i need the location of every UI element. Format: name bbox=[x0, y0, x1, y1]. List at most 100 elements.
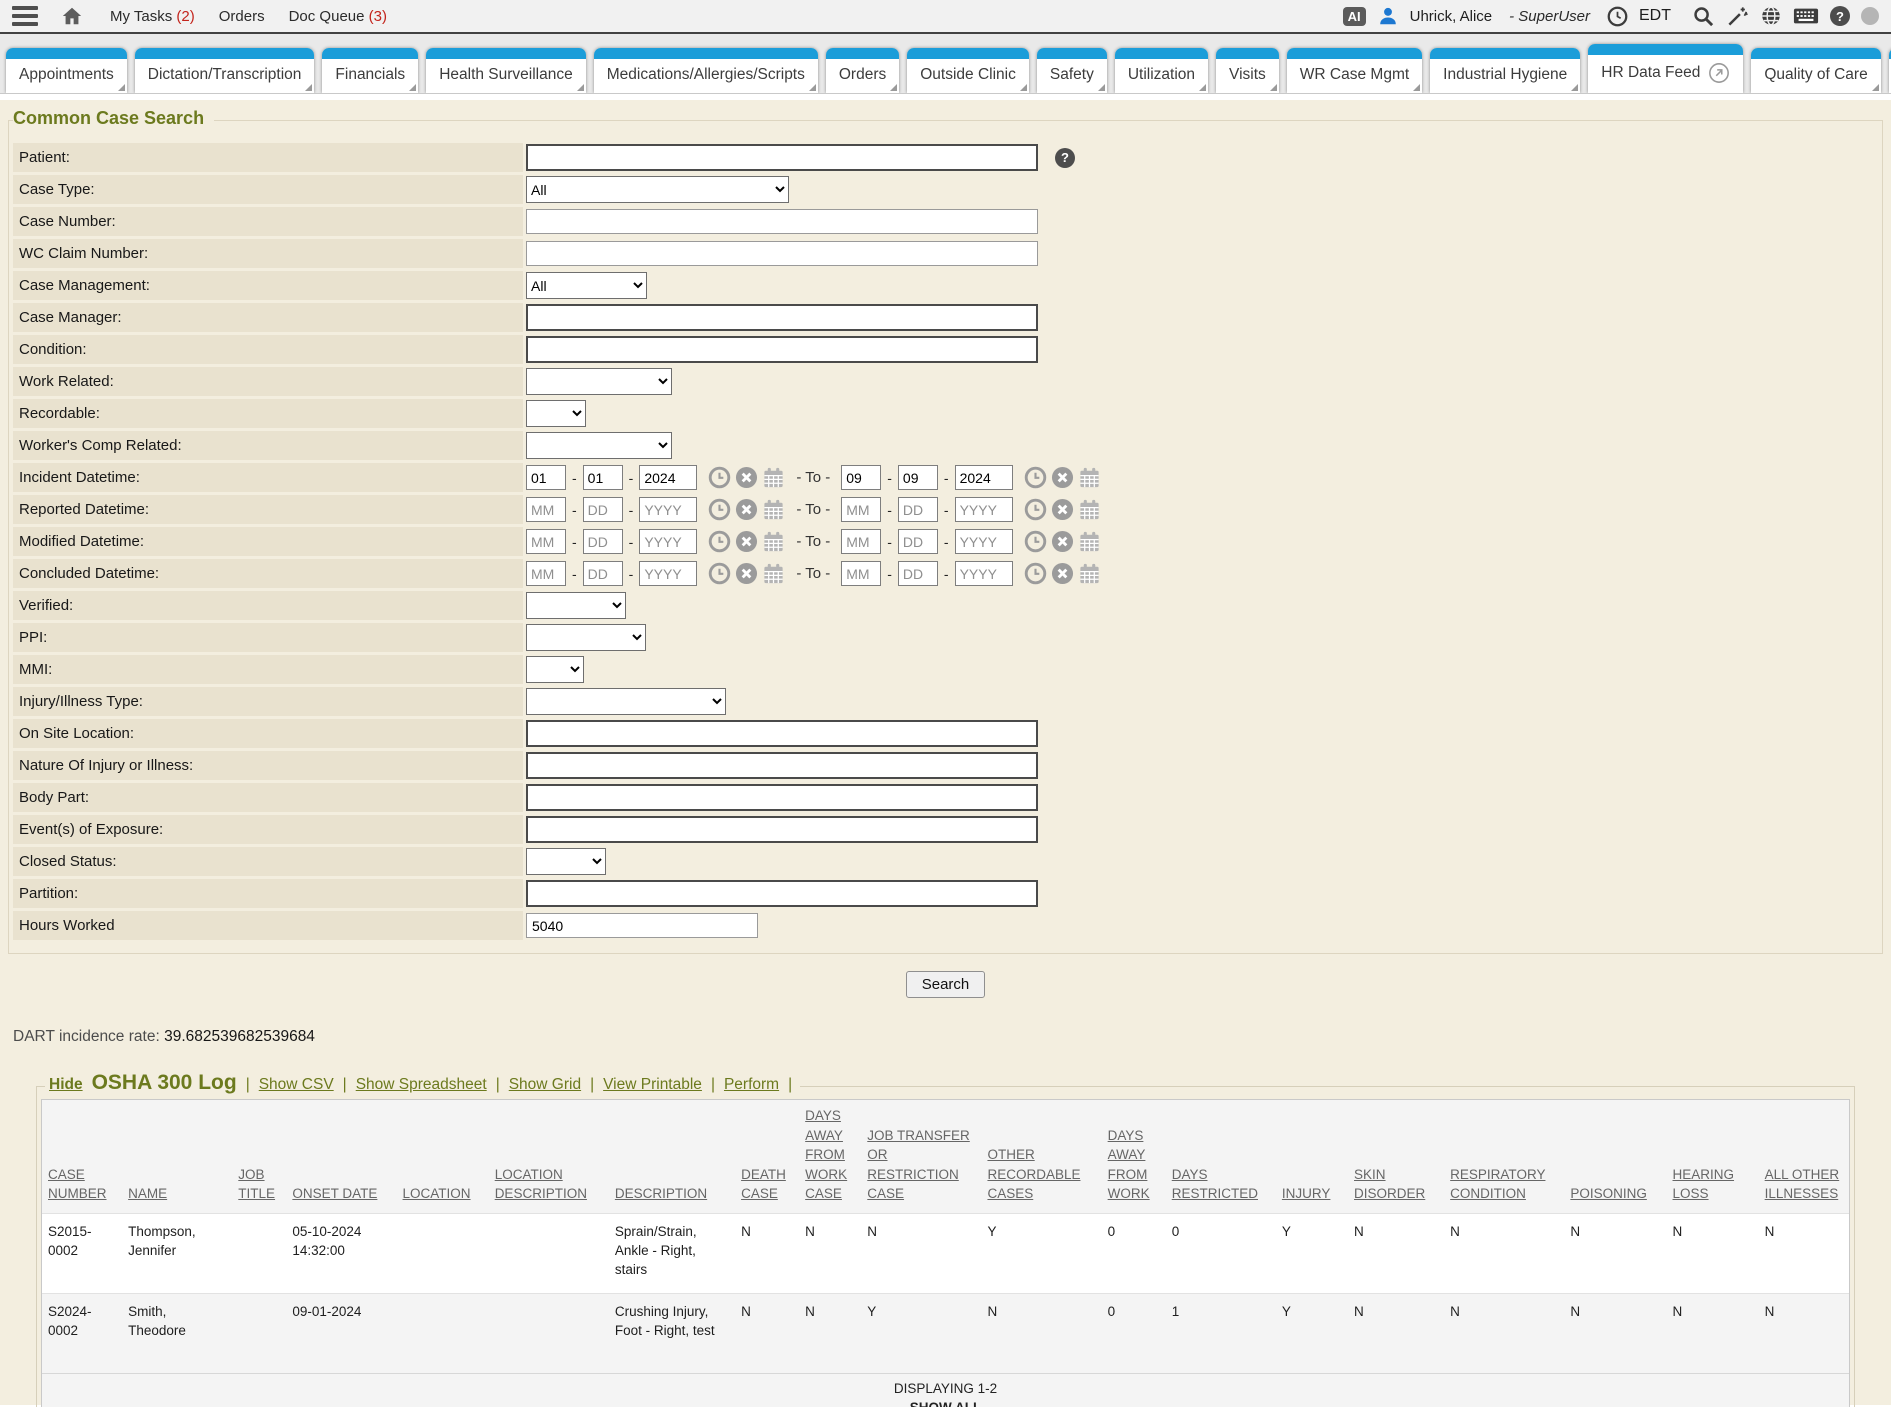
table-row[interactable]: S2024-0002 Smith, Theodore 09-01-2024 Cr… bbox=[42, 1293, 1849, 1373]
col-days-restricted[interactable]: DAYS RESTRICTED bbox=[1166, 1100, 1276, 1213]
clear-date-icon[interactable] bbox=[1051, 562, 1074, 585]
on-site-location-input[interactable] bbox=[526, 720, 1038, 747]
reported-to-day-input[interactable] bbox=[898, 497, 938, 522]
time-picker-icon[interactable] bbox=[1024, 530, 1047, 553]
time-picker-icon[interactable] bbox=[1024, 498, 1047, 521]
col-hearing-loss[interactable]: HEARING LOSS bbox=[1667, 1100, 1759, 1213]
modified-to-day-input[interactable] bbox=[898, 529, 938, 554]
incident-to-year-input[interactable] bbox=[955, 465, 1013, 490]
mmi-select[interactable] bbox=[526, 656, 584, 683]
ppi-select[interactable] bbox=[526, 624, 646, 651]
incident-to-month-input[interactable] bbox=[841, 465, 881, 490]
patient-help-icon[interactable]: ? bbox=[1055, 148, 1075, 168]
tab-utilization[interactable]: Utilization bbox=[1115, 48, 1208, 93]
concluded-from-year-input[interactable] bbox=[639, 561, 697, 586]
col-case-number[interactable]: CASE NUMBER bbox=[42, 1100, 122, 1213]
table-row[interactable]: S2015-0002 Thompson, Jennifer 05-10-2024… bbox=[42, 1213, 1849, 1293]
col-poisoning[interactable]: POISONING bbox=[1564, 1100, 1666, 1213]
tab-industrial-hygiene[interactable]: Industrial Hygiene bbox=[1430, 48, 1580, 93]
col-injury[interactable]: INJURY bbox=[1276, 1100, 1348, 1213]
workers-comp-related-select[interactable] bbox=[526, 432, 672, 459]
col-location[interactable]: LOCATION bbox=[397, 1100, 489, 1213]
tab-quality-of-care[interactable]: Quality of Care bbox=[1751, 48, 1880, 93]
nav-orders[interactable]: Orders bbox=[219, 8, 265, 25]
time-picker-icon[interactable] bbox=[1024, 562, 1047, 585]
col-all-other-illnesses[interactable]: ALL OTHER ILLNESSES bbox=[1759, 1100, 1849, 1213]
time-picker-icon[interactable] bbox=[708, 530, 731, 553]
reported-from-day-input[interactable] bbox=[583, 497, 623, 522]
hide-link[interactable]: Hide bbox=[49, 1076, 83, 1094]
col-job-transfer-or-restriction-case[interactable]: JOB TRANSFER OR RESTRICTION CASE bbox=[861, 1100, 981, 1213]
perform-link[interactable]: Perform bbox=[724, 1076, 779, 1094]
reported-from-month-input[interactable] bbox=[526, 497, 566, 522]
concluded-to-day-input[interactable] bbox=[898, 561, 938, 586]
clock-icon[interactable] bbox=[1607, 6, 1628, 27]
col-respiratory-condition[interactable]: RESPIRATORY CONDITION bbox=[1444, 1100, 1564, 1213]
modified-from-month-input[interactable] bbox=[526, 529, 566, 554]
case-type-select[interactable]: All bbox=[526, 176, 789, 203]
tab-appointments[interactable]: Appointments bbox=[6, 48, 127, 93]
col-days-away-from-work-case[interactable]: DAYS AWAY FROM WORK CASE bbox=[799, 1100, 861, 1213]
nav-doc-queue[interactable]: Doc Queue (3) bbox=[289, 8, 387, 25]
closed-status-select[interactable] bbox=[526, 848, 606, 875]
tab-hr-data-feed[interactable]: HR Data Feed bbox=[1588, 44, 1743, 93]
clear-date-icon[interactable] bbox=[1051, 466, 1074, 489]
concluded-from-month-input[interactable] bbox=[526, 561, 566, 586]
calendar-icon[interactable] bbox=[1078, 466, 1101, 489]
tab-financials[interactable]: Financials bbox=[322, 48, 418, 93]
body-part-input[interactable] bbox=[526, 784, 1038, 811]
magic-wand-icon[interactable] bbox=[1726, 5, 1749, 28]
reported-to-month-input[interactable] bbox=[841, 497, 881, 522]
clear-date-icon[interactable] bbox=[735, 498, 758, 521]
modified-from-year-input[interactable] bbox=[639, 529, 697, 554]
tab-wr-case-mgmt[interactable]: WR Case Mgmt bbox=[1287, 48, 1422, 93]
globe-icon[interactable] bbox=[1760, 5, 1782, 27]
nature-of-injury-input[interactable] bbox=[526, 752, 1038, 779]
modified-to-year-input[interactable] bbox=[955, 529, 1013, 554]
clear-date-icon[interactable] bbox=[1051, 530, 1074, 553]
tab-health-surveillance[interactable]: Health Surveillance bbox=[426, 48, 586, 93]
col-location-description[interactable]: LOCATION DESCRIPTION bbox=[489, 1100, 609, 1213]
keyboard-icon[interactable] bbox=[1793, 6, 1819, 26]
external-link-icon[interactable] bbox=[1708, 62, 1730, 84]
show-spreadsheet-link[interactable]: Show Spreadsheet bbox=[356, 1076, 487, 1094]
case-number-input[interactable] bbox=[526, 209, 1038, 234]
calendar-icon[interactable] bbox=[762, 562, 785, 585]
tab-dictation-transcription[interactable]: Dictation/Transcription bbox=[135, 48, 315, 93]
clear-date-icon[interactable] bbox=[735, 466, 758, 489]
home-icon[interactable] bbox=[60, 5, 84, 27]
col-other-recordable-cases[interactable]: OTHER RECORDABLE CASES bbox=[981, 1100, 1101, 1213]
calendar-icon[interactable] bbox=[1078, 562, 1101, 585]
calendar-icon[interactable] bbox=[1078, 498, 1101, 521]
hamburger-icon[interactable] bbox=[12, 6, 38, 26]
condition-input[interactable] bbox=[526, 336, 1038, 363]
partition-input[interactable] bbox=[526, 880, 1038, 907]
tab-outside-clinic[interactable]: Outside Clinic bbox=[907, 48, 1029, 93]
recordable-select[interactable] bbox=[526, 400, 586, 427]
tab-visits[interactable]: Visits bbox=[1216, 48, 1279, 93]
nav-my-tasks[interactable]: My Tasks (2) bbox=[110, 8, 195, 25]
case-management-select[interactable]: All bbox=[526, 272, 647, 299]
tab-medications-allergies-scripts[interactable]: Medications/Allergies/Scripts bbox=[594, 48, 818, 93]
show-csv-link[interactable]: Show CSV bbox=[259, 1076, 334, 1094]
calendar-icon[interactable] bbox=[762, 530, 785, 553]
events-of-exposure-input[interactable] bbox=[526, 816, 1038, 843]
tab-orders[interactable]: Orders bbox=[826, 48, 899, 93]
patient-input[interactable] bbox=[526, 144, 1038, 171]
incident-from-day-input[interactable] bbox=[583, 465, 623, 490]
verified-select[interactable] bbox=[526, 592, 626, 619]
calendar-icon[interactable] bbox=[762, 498, 785, 521]
ai-extension-badge[interactable]: AI bbox=[1343, 7, 1366, 26]
time-picker-icon[interactable] bbox=[708, 498, 731, 521]
calendar-icon[interactable] bbox=[762, 466, 785, 489]
col-skin-disorder[interactable]: SKIN DISORDER bbox=[1348, 1100, 1444, 1213]
col-name[interactable]: NAME bbox=[122, 1100, 232, 1213]
concluded-from-day-input[interactable] bbox=[583, 561, 623, 586]
clear-date-icon[interactable] bbox=[735, 530, 758, 553]
show-grid-link[interactable]: Show Grid bbox=[509, 1076, 581, 1094]
modified-to-month-input[interactable] bbox=[841, 529, 881, 554]
search-button[interactable]: Search bbox=[906, 971, 986, 998]
incident-from-year-input[interactable] bbox=[639, 465, 697, 490]
view-printable-link[interactable]: View Printable bbox=[603, 1076, 702, 1094]
col-job-title[interactable]: JOB TITLE bbox=[232, 1100, 286, 1213]
